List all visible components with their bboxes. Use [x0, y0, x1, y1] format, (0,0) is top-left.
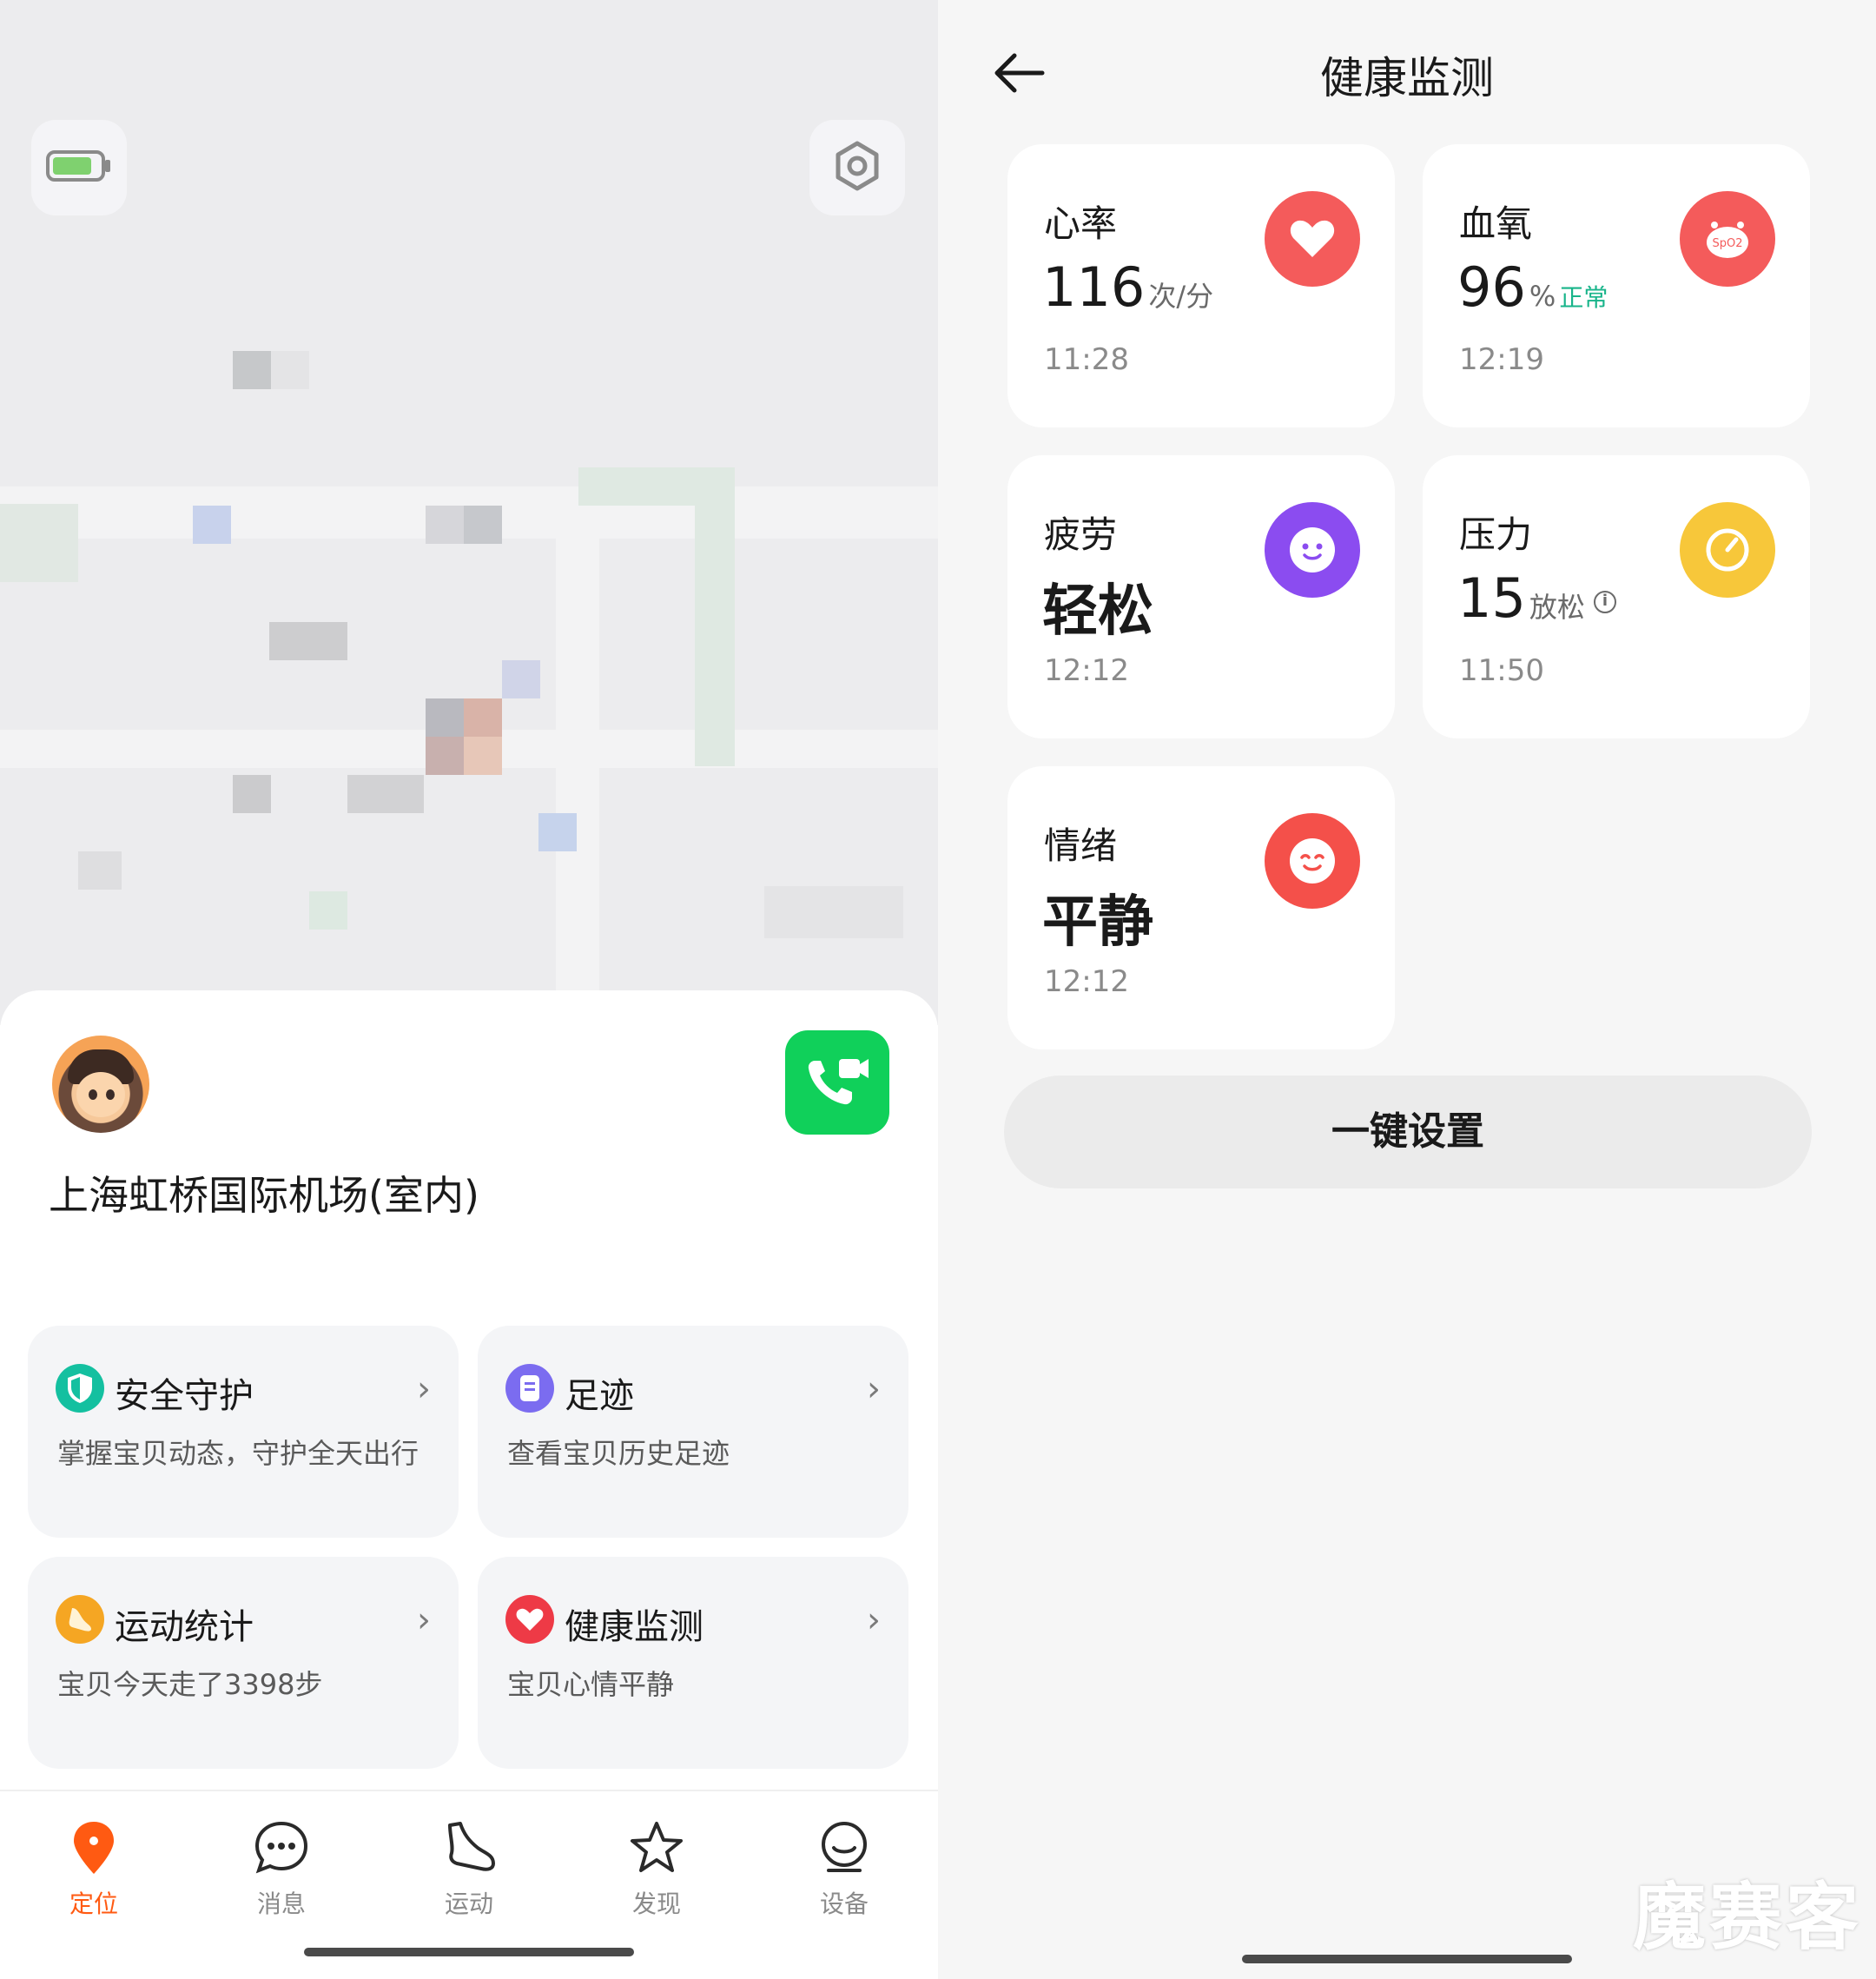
status-normal: 正常 [1559, 283, 1608, 312]
heart-icon [505, 1595, 554, 1644]
tab-label: 消息 [256, 1890, 306, 1918]
sport-stats-card[interactable]: 运动统计 › 宝贝今天走了3398步 [28, 1557, 459, 1769]
spo2-icon: SpO2 [1680, 191, 1775, 287]
unit: % [1529, 280, 1556, 313]
card-title: 健康监测 [565, 1607, 704, 1647]
footprint-card[interactable]: 足迹 › 查看宝贝历史足迹 [478, 1326, 908, 1538]
unit: 放松 [1529, 591, 1585, 624]
metric-label: 疲劳 [1044, 513, 1118, 556]
star-icon [626, 1817, 687, 1878]
spo2-icon-text: SpO2 [1712, 237, 1742, 250]
card-subtitle: 宝贝心情平静 [507, 1668, 675, 1701]
heart-rate-card[interactable]: 心率 116 次/分 11:28 [1007, 144, 1395, 427]
stress-card[interactable]: 压力 15 放松 i 11:50 [1423, 455, 1810, 738]
video-call-button[interactable] [785, 1030, 889, 1135]
tab-messages[interactable]: 消息 [221, 1817, 342, 1920]
fatigue-value: 轻松 [1042, 579, 1153, 644]
mood-value: 平静 [1042, 890, 1153, 955]
smile-face-icon [1265, 502, 1360, 598]
one-click-setup-button[interactable]: 一键设置 [1004, 1076, 1812, 1188]
metric-label: 心率 [1044, 202, 1118, 245]
measure-time: 12:19 [1459, 342, 1544, 377]
tab-locate[interactable]: 定位 [33, 1817, 155, 1920]
heart-icon [1265, 191, 1360, 287]
tab-label: 运动 [444, 1890, 493, 1918]
tab-label: 定位 [69, 1890, 118, 1918]
page-title: 健康监测 [1320, 53, 1494, 103]
chevron-right-icon: › [867, 1369, 881, 1409]
metric-label: 血氧 [1459, 202, 1533, 245]
right-panel: 健康监测 心率 116 次/分 11:28 血氧 96% 正常 12:19 SpO2… [938, 0, 1876, 1979]
watermark: 魔赛客 [1633, 1875, 1863, 1960]
tab-label: 设备 [819, 1890, 869, 1918]
card-title: 安全守护 [115, 1376, 254, 1416]
card-title: 运动统计 [115, 1607, 254, 1647]
heart-rate-value: 116 次/分 [1042, 255, 1214, 319]
location-pin-icon [63, 1817, 124, 1878]
chevron-right-icon: › [867, 1600, 881, 1640]
settings-button[interactable] [809, 120, 905, 215]
stress-value: 15 放松 i [1457, 566, 1616, 630]
left-panel: 上海虹桥国际机场(室内) 安全守护 › 掌握宝贝动态，守护全天出行 足迹 › 查… [0, 0, 938, 1979]
shield-icon [56, 1364, 104, 1413]
tab-sport[interactable]: 运动 [408, 1817, 530, 1920]
fatigue-card[interactable]: 疲劳 轻松 12:12 [1007, 455, 1395, 738]
metric-label: 压力 [1459, 513, 1533, 556]
map-view[interactable] [0, 0, 938, 1025]
home-indicator [1242, 1955, 1572, 1963]
measure-time: 12:12 [1044, 964, 1129, 999]
tab-device[interactable]: 设备 [783, 1817, 905, 1920]
sneaker-icon [439, 1817, 499, 1878]
card-subtitle: 宝贝今天走了3398步 [57, 1668, 323, 1701]
battery-button[interactable] [31, 120, 127, 215]
mood-card[interactable]: 情绪 平静 12:12 [1007, 766, 1395, 1049]
card-title: 足迹 [565, 1376, 634, 1416]
health-monitor-card[interactable]: 健康监测 › 宝贝心情平静 [478, 1557, 908, 1769]
chat-icon [251, 1817, 312, 1878]
device-icon [814, 1817, 875, 1878]
gauge-icon [1680, 502, 1775, 598]
measure-time: 11:28 [1044, 342, 1129, 377]
card-subtitle: 掌握宝贝动态，守护全天出行 [57, 1437, 419, 1470]
gear-icon [831, 140, 883, 195]
location-text: 上海虹桥国际机场(室内) [49, 1172, 479, 1219]
measure-time: 11:50 [1459, 653, 1544, 688]
metric-label: 情绪 [1044, 824, 1118, 867]
chevron-right-icon: › [417, 1600, 431, 1640]
blood-oxygen-value: 96% 正常 [1457, 255, 1608, 319]
info-icon[interactable]: i [1593, 590, 1616, 613]
safety-guard-card[interactable]: 安全守护 › 掌握宝贝动态，守护全天出行 [28, 1326, 459, 1538]
tab-label: 发现 [631, 1890, 681, 1918]
sneaker-icon [56, 1595, 104, 1644]
measure-time: 12:12 [1044, 653, 1129, 688]
unit: 次/分 [1148, 280, 1214, 313]
blood-oxygen-card[interactable]: 血氧 96% 正常 12:19 SpO2 [1423, 144, 1810, 427]
footprint-icon [505, 1364, 554, 1413]
avatar[interactable] [52, 1036, 149, 1133]
battery-icon [46, 149, 112, 187]
calm-face-icon [1265, 813, 1360, 909]
home-indicator [304, 1948, 634, 1956]
tab-discover[interactable]: 发现 [596, 1817, 717, 1920]
chevron-right-icon: › [417, 1369, 431, 1409]
card-subtitle: 查看宝贝历史足迹 [507, 1437, 730, 1470]
video-call-icon [803, 1050, 872, 1115]
